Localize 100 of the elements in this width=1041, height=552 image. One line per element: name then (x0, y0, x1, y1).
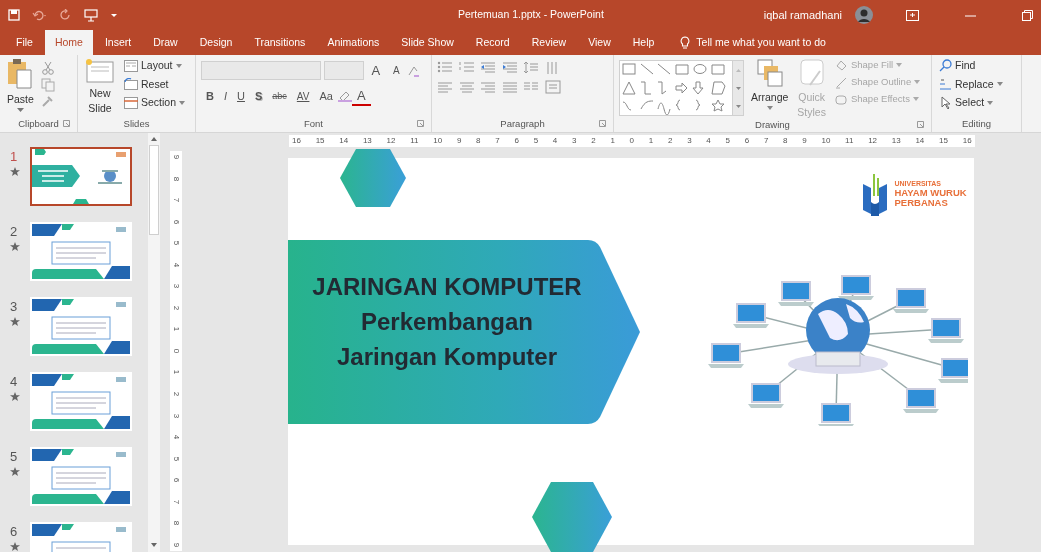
star-icon (10, 541, 20, 552)
font-name-field[interactable] (201, 61, 321, 81)
align-text-icon[interactable] (544, 80, 561, 95)
format-painter-icon[interactable] (40, 94, 55, 109)
dropdown-icon[interactable] (110, 11, 118, 19)
color-button[interactable]: A (351, 86, 371, 107)
paste-button[interactable]: Paste (5, 58, 36, 117)
ribbon-tab[interactable]: Animations (317, 30, 390, 55)
logo-text: PERBANAS (894, 197, 949, 208)
layout-button[interactable]: Layout (122, 58, 188, 74)
dialog-launcher-icon[interactable] (63, 120, 70, 127)
slide-number: 1 (10, 148, 18, 166)
tell-me-search[interactable]: Tell me what you want to do (674, 30, 832, 55)
ruler-number: 16 (962, 135, 972, 147)
hexagon-shape (340, 149, 406, 207)
align-right-icon[interactable] (480, 80, 496, 94)
clear-formatting-icon[interactable] (407, 64, 420, 77)
bullets-icon[interactable] (437, 61, 453, 75)
scroll-up-icon[interactable] (150, 135, 158, 143)
justify-icon[interactable] (501, 80, 518, 94)
shadow-button[interactable]: S (249, 86, 268, 107)
underline-button[interactable]: U (232, 86, 250, 107)
ruler-number: 6 (172, 219, 180, 224)
ruler-number: 5 (725, 135, 730, 147)
ruler-number: 15 (939, 135, 948, 147)
star-icon (10, 241, 20, 252)
highlighter-icon[interactable] (337, 90, 352, 103)
ruler-number: 15 (315, 135, 325, 147)
caret-icon (996, 82, 1003, 87)
star-icon (10, 166, 20, 177)
undo-icon[interactable] (32, 9, 48, 21)
ruler-number: 7 (495, 135, 500, 147)
ribbon-tab[interactable]: Draw (143, 30, 188, 55)
presentation-icon[interactable] (84, 8, 98, 22)
caret-icon (179, 100, 186, 105)
section-button[interactable]: Section (122, 95, 188, 111)
align-center-icon[interactable] (458, 80, 475, 94)
layout-icon (124, 59, 138, 72)
user-name: iqbal ramadhani (763, 7, 842, 23)
restore-icon[interactable] (1022, 9, 1033, 21)
ruler-number: 5 (172, 456, 180, 461)
star-icon (10, 316, 20, 327)
strike-button[interactable]: abc (267, 86, 292, 107)
window-title: Pertemuan 1.pptx - PowerPoint (456, 7, 605, 23)
save-icon[interactable] (8, 9, 20, 21)
spacing-button[interactable]: AV (291, 86, 315, 107)
ribbon-tab[interactable]: Slide Show (391, 30, 464, 55)
decrease-indent-icon[interactable] (480, 61, 496, 75)
find-button[interactable]: Find (937, 58, 1005, 74)
line-spacing-icon[interactable] (523, 61, 539, 75)
italic-button[interactable]: I (218, 86, 232, 107)
cut-icon[interactable] (40, 60, 55, 75)
shrink-font-button[interactable]: A (387, 60, 405, 81)
slide-icon (85, 58, 115, 84)
ruler-number: 2 (172, 305, 180, 311)
scrollbar-thumb[interactable] (149, 145, 159, 235)
ruler-number: 9 (802, 135, 807, 147)
ribbon-tab[interactable]: Insert (94, 30, 142, 55)
case-button[interactable]: Aa (314, 86, 338, 107)
bold-button[interactable]: B (201, 86, 219, 107)
increase-indent-icon[interactable] (501, 61, 518, 75)
shape-effects-button: Shape Effects (832, 92, 923, 107)
replace-button[interactable]: Replace (937, 76, 1005, 93)
ribbon-tab[interactable]: File (6, 30, 43, 55)
dialog-launcher-icon[interactable] (417, 120, 424, 127)
ribbon-tab[interactable]: Transitions (244, 30, 316, 55)
numbering-icon[interactable] (458, 61, 475, 75)
font-size-field[interactable] (323, 61, 364, 81)
lightbulb-icon (680, 36, 691, 49)
caret-icon (766, 106, 773, 111)
ruler-number: 12 (868, 135, 878, 147)
reset-button[interactable]: Reset (122, 76, 188, 93)
ruler-number: 4 (172, 434, 180, 440)
ribbon-tab[interactable]: Record (465, 30, 520, 55)
copy-icon[interactable] (40, 77, 55, 92)
ribbon-tab[interactable]: View (578, 30, 621, 55)
arrange-button[interactable]: Arrange (749, 58, 791, 119)
avatar-icon[interactable] (854, 5, 874, 25)
ribbon-display-icon[interactable] (906, 9, 919, 21)
ribbon-tab[interactable]: Review (521, 30, 577, 55)
new-slide-button[interactable]: New Slide (83, 58, 117, 117)
ribbon-tab[interactable]: Help (622, 30, 665, 55)
select-button[interactable]: Select (937, 95, 1005, 111)
ruler-number: 10 (821, 135, 831, 147)
ruler-number: 12 (386, 135, 396, 147)
dialog-launcher-icon[interactable] (599, 120, 606, 127)
ruler-number: 2 (172, 391, 180, 397)
arrange-icon (755, 58, 784, 88)
ruler-number: 2 (667, 135, 673, 147)
align-left-icon[interactable] (437, 80, 453, 94)
redo-icon[interactable] (60, 9, 72, 21)
ruler-number: 4 (706, 135, 711, 147)
ribbon-tab[interactable]: Design (189, 30, 243, 55)
ruler-number: 9 (456, 135, 462, 147)
ruler-number: 7 (763, 135, 769, 147)
grow-font-button[interactable]: A (366, 60, 386, 81)
ribbon-tab[interactable]: Home (44, 30, 93, 55)
dialog-launcher-icon[interactable] (917, 121, 924, 129)
ruler-number: 7 (172, 197, 180, 203)
caret-icon (16, 108, 24, 114)
